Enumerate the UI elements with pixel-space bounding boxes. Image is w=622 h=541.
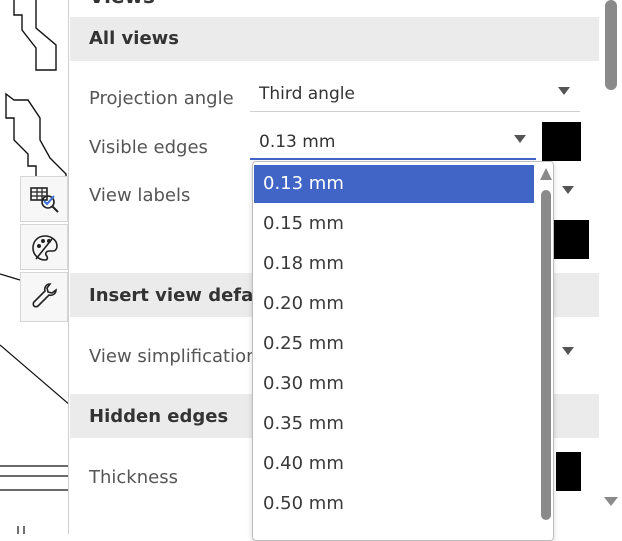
view-simplification-label: View simplification — [89, 346, 258, 367]
chevron-down-icon — [558, 87, 570, 95]
table-check-icon — [30, 187, 59, 213]
visible-edges-select[interactable]: 0.13 mm — [250, 122, 536, 160]
scroll-down-arrow-icon[interactable] — [604, 497, 618, 506]
thickness-label: Thickness — [89, 467, 178, 488]
palette-icon — [32, 235, 58, 261]
scroll-up-arrow-icon[interactable] — [540, 168, 552, 180]
dropdown-option[interactable]: 0.15 mm — [254, 205, 534, 243]
view-labels-color-swatch[interactable] — [553, 220, 589, 259]
projection-angle-value: Third angle — [259, 84, 355, 104]
panel-scrollbar-thumb[interactable] — [605, 0, 617, 90]
section-header-all-views[interactable]: All views — [70, 17, 599, 61]
view-labels-label: View labels — [89, 185, 191, 206]
dropdown-option[interactable]: 0.50 mm — [254, 485, 534, 523]
projection-angle-label: Projection angle — [89, 88, 234, 109]
hidden-edges-color-swatch[interactable] — [556, 452, 581, 491]
settings-tool-button[interactable] — [20, 272, 68, 322]
dropdown-option[interactable]: 0.13 mm — [254, 165, 534, 203]
panel-title: Views — [89, 0, 155, 8]
visible-edges-label: Visible edges — [89, 137, 208, 158]
projection-angle-select[interactable]: Third angle — [250, 74, 580, 112]
view-simplification-chevron-down-icon[interactable] — [562, 347, 574, 355]
panel-scrollbar[interactable] — [600, 0, 622, 534]
dropdown-scrollbar[interactable] — [538, 162, 553, 540]
chevron-down-icon — [514, 135, 526, 143]
dropdown-scrollbar-thumb[interactable] — [541, 190, 551, 520]
wrench-icon — [32, 283, 57, 308]
view-labels-chevron-down-icon[interactable] — [562, 186, 574, 194]
dropdown-option[interactable]: 0.20 mm — [254, 285, 534, 323]
visible-edges-dropdown-list[interactable]: 0.13 mm 0.15 mm 0.18 mm 0.20 mm 0.25 mm … — [252, 161, 554, 541]
appearance-tool-button[interactable] — [20, 224, 68, 270]
dropdown-option[interactable]: 0.30 mm — [254, 365, 534, 403]
dropdown-option[interactable]: 0.18 mm — [254, 245, 534, 283]
dropdown-option[interactable]: 0.25 mm — [254, 325, 534, 363]
visible-edges-value: 0.13 mm — [259, 132, 336, 152]
dropdown-option[interactable]: 0.40 mm — [254, 445, 534, 483]
visible-edges-color-swatch[interactable] — [542, 122, 581, 161]
dropdown-option[interactable]: 0.35 mm — [254, 405, 534, 443]
table-check-tool-button[interactable] — [20, 176, 68, 222]
